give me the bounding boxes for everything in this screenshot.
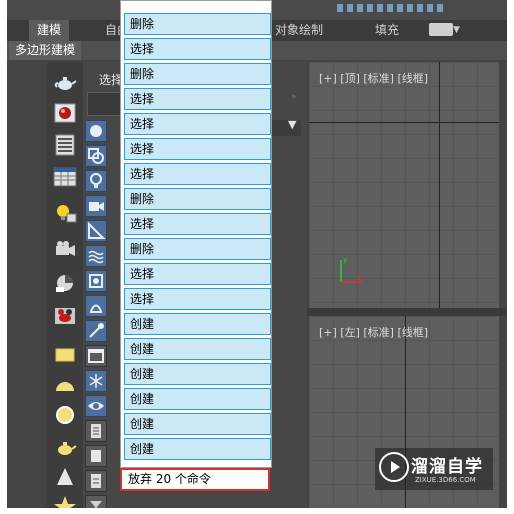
- undo-history-item[interactable]: 创建: [124, 438, 271, 460]
- snowflake-icon[interactable]: [85, 370, 107, 392]
- undo-history-item[interactable]: 选择: [124, 88, 271, 110]
- chevron-down-icon: ▼: [453, 25, 460, 35]
- undo-history-item[interactable]: 选择: [124, 113, 271, 135]
- undo-history-item[interactable]: 选择: [124, 38, 271, 60]
- svg-text:x: x: [357, 273, 362, 282]
- viewport-top-label[interactable]: [+] [顶] [标准] [线框]: [319, 70, 428, 86]
- teapot-shape-icon[interactable]: [53, 436, 77, 458]
- display-eye-icon[interactable]: [85, 395, 107, 417]
- systems-icon[interactable]: [85, 270, 107, 292]
- viewport-top[interactable]: [+] [顶] [标准] [线框] y x: [309, 62, 499, 308]
- undo-history-item[interactable]: 删除: [124, 13, 271, 35]
- motion-icon[interactable]: [85, 345, 107, 367]
- plane-shape-icon[interactable]: [53, 344, 77, 366]
- toolbar-strip: [337, 4, 447, 12]
- star-shape-icon[interactable]: [53, 494, 77, 508]
- undo-history-item[interactable]: 删除: [124, 188, 271, 210]
- grid-axis-line: [439, 62, 440, 308]
- axis-tripod-icon: y x: [340, 255, 363, 283]
- undo-history-item[interactable]: 选择: [124, 288, 271, 310]
- viewport-divider: [307, 308, 507, 316]
- space-warps-icon[interactable]: [85, 245, 107, 267]
- panel-expand-icon[interactable]: »: [291, 92, 297, 102]
- hemisphere-icon[interactable]: [53, 374, 77, 396]
- spreadsheet-icon[interactable]: [53, 166, 77, 188]
- undo-count-footer[interactable]: 放弃 20 个命令: [120, 468, 270, 491]
- hierarchy-icon[interactable]: [85, 320, 107, 342]
- shapes-icon[interactable]: [85, 145, 107, 167]
- blank-page-icon[interactable]: [85, 445, 107, 467]
- lights-icon[interactable]: [85, 170, 107, 192]
- helpers-icon[interactable]: [85, 220, 107, 242]
- list-panel-icon[interactable]: [53, 134, 77, 156]
- undo-history-item[interactable]: 创建: [124, 363, 271, 385]
- left-toolbar: [47, 62, 83, 508]
- teapot-icon[interactable]: [53, 72, 77, 94]
- document-icon[interactable]: [85, 470, 107, 492]
- max-app-window: 建模 自由 对象绘制 填充 ▼ 多边形建模 选择 » ▼ [+] [顶] [标准…: [7, 0, 507, 508]
- circle-shape-icon[interactable]: [53, 404, 77, 426]
- undo-history-item[interactable]: 删除: [124, 238, 271, 260]
- undo-history-item[interactable]: 选择: [124, 213, 271, 235]
- undo-history-item[interactable]: 创建: [124, 338, 271, 360]
- light-bulb-icon[interactable]: [53, 202, 77, 224]
- watermark-url: ZIXUE.3D66.COM: [415, 476, 476, 484]
- undo-history-item[interactable]: 选择: [124, 138, 271, 160]
- filter-icon[interactable]: [85, 495, 107, 508]
- material-editor-icon[interactable]: [53, 102, 77, 124]
- cone-shape-icon[interactable]: [53, 466, 77, 488]
- play-logo-icon: [379, 452, 409, 482]
- grid-axis-line: [309, 122, 499, 123]
- undo-history-item[interactable]: 选择: [124, 163, 271, 185]
- camera-icon[interactable]: [53, 238, 77, 260]
- tab-modeling[interactable]: 建模: [29, 20, 69, 41]
- tab-populate[interactable]: 填充: [369, 20, 405, 41]
- cameras-icon[interactable]: [85, 195, 107, 217]
- utilities-list-icon[interactable]: [85, 420, 107, 442]
- watermark-name: 溜溜自学: [411, 457, 483, 477]
- undo-history-item[interactable]: 删除: [124, 63, 271, 85]
- modify-icon[interactable]: [85, 295, 107, 317]
- render-setup-icon[interactable]: [53, 272, 77, 294]
- tab-polygon-modeling[interactable]: 多边形建模: [9, 41, 82, 60]
- geometry-icon[interactable]: [85, 120, 107, 142]
- undo-history-item[interactable]: 创建: [124, 313, 271, 335]
- undo-history-item[interactable]: 选择: [124, 263, 271, 285]
- undo-history-list: 删除 选择 删除 选择 选择 选择 选择 删除 选择 删除 选择 选择 创建 创建 创建 创建 创建 创建: [120, 0, 272, 468]
- undo-history-item[interactable]: 创建: [124, 388, 271, 410]
- undo-count-label: 放弃 20 个命令: [128, 472, 211, 486]
- ribbon-options-button[interactable]: [429, 23, 453, 36]
- undo-history-item[interactable]: 创建: [124, 413, 271, 435]
- svg-text:y: y: [343, 255, 348, 264]
- chevron-down-icon: ▼: [288, 118, 297, 131]
- render-teapot-icon[interactable]: [53, 304, 77, 326]
- watermark: 溜溜自学 ZIXUE.3D66.COM: [375, 448, 493, 490]
- create-panel-icon-column: [85, 120, 107, 508]
- tab-object-paint[interactable]: 对象绘制: [269, 20, 329, 41]
- viewport-left-label[interactable]: [+] [左] [标准] [线框]: [319, 324, 428, 340]
